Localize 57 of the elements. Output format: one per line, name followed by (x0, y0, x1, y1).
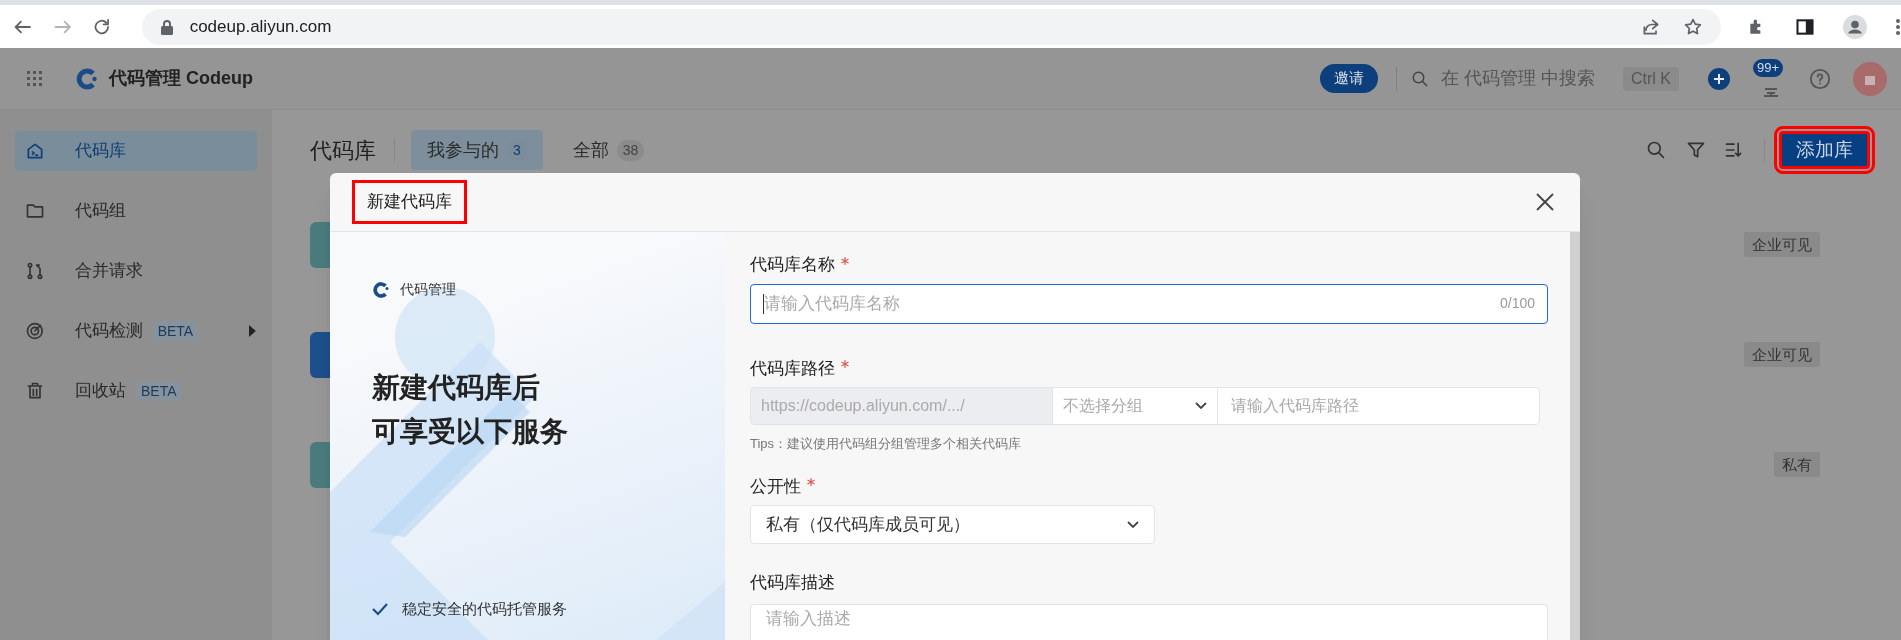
notification-badge: 99+ (1753, 58, 1784, 77)
apps-grid-icon[interactable] (27, 71, 42, 86)
logo-icon (372, 280, 390, 299)
filter-tab[interactable]: 我参与的 3 (411, 130, 543, 170)
dialog-title: 新建代码库 (355, 183, 464, 221)
side-panel-icon[interactable] (1795, 16, 1815, 37)
beta-tag: BETA (152, 321, 199, 341)
visibility-tag: 企业可见 (1744, 342, 1820, 367)
folder-icon (25, 201, 45, 221)
description-field[interactable]: 请输入描述 (750, 603, 1548, 640)
visibility-tag: 私有 (1774, 452, 1820, 477)
house-icon (25, 141, 45, 161)
help-icon[interactable] (1809, 67, 1831, 90)
logo-icon (75, 66, 99, 91)
visibility-tag: 企业可见 (1744, 232, 1820, 257)
expand-arrow-icon[interactable] (248, 324, 257, 338)
page-title: 代码库 (310, 136, 376, 165)
name-input[interactable]: 请输入代码库名称 0/100 (750, 283, 1548, 324)
star-icon[interactable] (1683, 16, 1703, 37)
merge-icon (25, 261, 45, 281)
sort-icon[interactable] (1724, 140, 1744, 160)
add-icon[interactable] (1707, 66, 1731, 91)
headline: 可享受以下服务 (372, 415, 569, 449)
tips-text: Tips：建议使用代码组分组管理多个相关代码库 (750, 435, 1023, 453)
url-prefix: https://codeup.aliyun.com/.../ (750, 387, 1053, 425)
address-bar[interactable]: codeup.aliyun.com (141, 8, 1721, 45)
chevron-down-icon (1195, 402, 1207, 410)
lock-icon (159, 18, 174, 35)
more-icon[interactable] (1895, 16, 1901, 37)
scrollbar[interactable] (1570, 232, 1580, 640)
target-icon (25, 321, 45, 341)
profile-icon[interactable] (1843, 14, 1867, 39)
field-label: 代码库描述 (750, 572, 835, 594)
field-label: 代码库路径 (750, 357, 835, 380)
url-text: codeup.aliyun.com (189, 15, 332, 38)
search-field[interactable]: 在 代码管理 中搜索 (1411, 65, 1595, 92)
check-icon (372, 602, 388, 617)
trash-icon (25, 381, 45, 401)
search-icon (1411, 69, 1429, 88)
chevron-down-icon (1127, 520, 1139, 529)
filter-icon[interactable] (1686, 140, 1706, 160)
brand-name: 代码管理 (400, 280, 456, 299)
beta-tag: BETA (136, 381, 182, 401)
field-label: 代码库名称 (750, 254, 835, 276)
feature-text: 稳定安全的代码托管服务 (402, 599, 567, 619)
close-icon[interactable] (1535, 192, 1555, 212)
sidebar-item[interactable]: 代码库 (15, 131, 257, 171)
visibility-select[interactable]: 私有（仅代码库成员可见） (750, 505, 1155, 544)
search-icon[interactable] (1646, 140, 1666, 160)
share-icon[interactable] (1641, 16, 1661, 37)
path-input[interactable]: 请输入代码库路径 (1217, 387, 1540, 425)
product-name[interactable]: 代码管理 Codeup (109, 65, 253, 92)
character-counter: 0/100 (1499, 294, 1535, 313)
group-select[interactable]: 不选择分组 (1053, 387, 1217, 425)
field-label: 公开性 (750, 475, 801, 498)
headline: 新建代码库后 (372, 371, 541, 405)
invite-button[interactable]: 邀请 (1320, 64, 1378, 93)
